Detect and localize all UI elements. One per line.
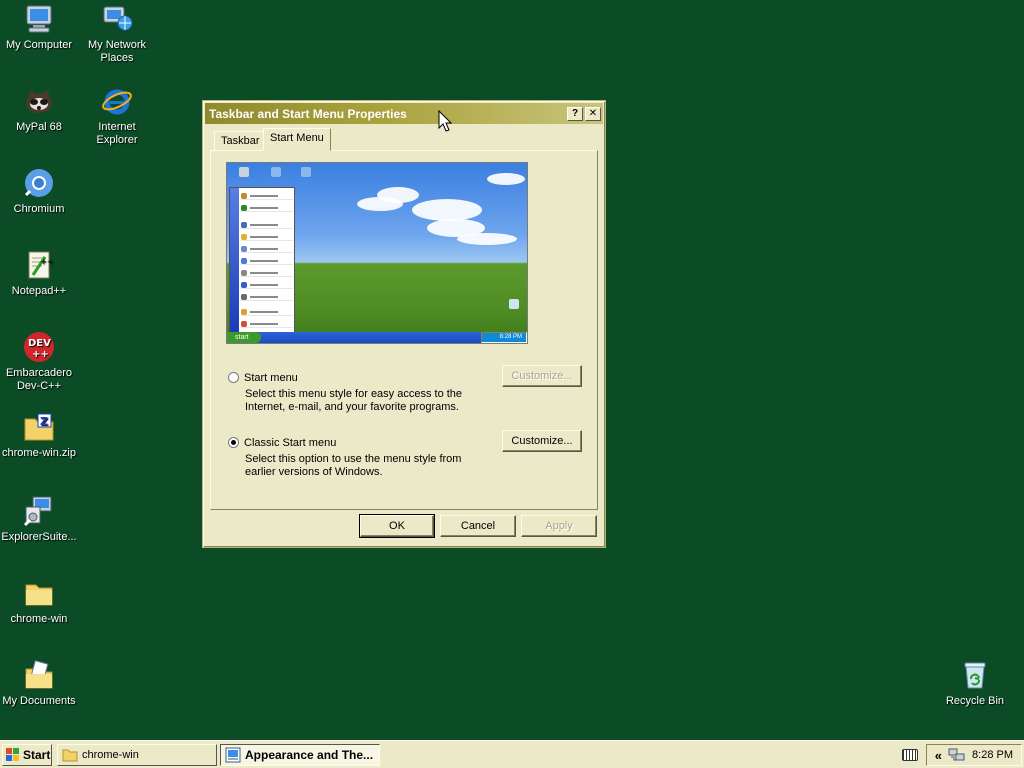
taskbar-item-appearance-and-themes[interactable]: Appearance and The... (220, 744, 380, 766)
tray-chevron-icon[interactable]: « (935, 748, 942, 763)
tray-clock[interactable]: 8:28 PM (972, 749, 1013, 761)
classic-start-menu-option-description: Select this option to use the menu style… (245, 453, 462, 478)
desktop-icon-label: chrome-win.zip (2, 447, 76, 459)
taskbar-item-label: chrome-win (82, 749, 139, 761)
network-places-icon (100, 2, 134, 36)
desktop-icon-chrome-win-folder[interactable]: chrome-win (1, 576, 77, 626)
network-tray-icon[interactable] (948, 748, 966, 762)
help-button[interactable]: ? (567, 106, 583, 121)
my-documents-icon (22, 658, 56, 692)
desktop-icon-label: Internet Explorer (96, 121, 138, 146)
desktop-icon-mypal[interactable]: MyPal 68 (1, 84, 77, 134)
mypal-icon (22, 84, 56, 118)
cancel-button[interactable]: Cancel (440, 515, 516, 537)
tab-taskbar[interactable]: Taskbar (214, 131, 267, 150)
start-menu-customize-button[interactable]: Customize... (502, 365, 582, 387)
mouse-cursor-icon (438, 110, 452, 132)
computer-icon (22, 2, 56, 36)
preview-clock: 8:28 PM (481, 332, 527, 343)
start-button[interactable]: Start (2, 744, 52, 766)
taskbar-item-label: Appearance and The... (245, 748, 374, 762)
desktop-icon-devcpp[interactable]: DEV ++ Embarcadero Dev-C++ (1, 330, 77, 393)
notepad-plus-plus-icon: ++ (22, 248, 56, 282)
preview-start-label: start (227, 332, 261, 343)
classic-start-menu-option-label[interactable]: Classic Start menu (244, 437, 336, 449)
desktop-icon-my-documents[interactable]: My Documents (1, 658, 77, 708)
svg-text:Z: Z (40, 415, 48, 428)
taskbar-item-chrome-win[interactable]: chrome-win (57, 744, 217, 766)
svg-text:++: ++ (32, 349, 49, 360)
desktop-icon-label: Recycle Bin (945, 695, 1005, 707)
classic-start-menu-radio[interactable] (228, 437, 239, 448)
tab-label: Start Menu (270, 132, 324, 144)
preview-classic-start-menu (229, 187, 295, 333)
desktop-icon-label: chrome-win (10, 613, 68, 625)
close-button[interactable]: ✕ (585, 106, 601, 121)
desktop-icon-label: My Network Places (87, 39, 147, 64)
tab-label: Taskbar (221, 135, 260, 147)
desktop-icon-label: My Documents (2, 695, 76, 707)
start-menu-option-description: Select this menu style for easy access t… (245, 388, 463, 413)
desktop-icon-internet-explorer[interactable]: Internet Explorer (79, 84, 155, 147)
control-panel-icon (225, 747, 241, 763)
system-tray: « 8:28 PM (926, 744, 1022, 766)
internet-explorer-icon (100, 84, 134, 118)
desktop-icon-recycle-bin[interactable]: Recycle Bin (937, 658, 1013, 708)
svg-text:DEV: DEV (28, 338, 51, 349)
desktop-icon-label: My Computer (5, 39, 73, 51)
folder-icon (22, 576, 56, 610)
desktop-icon-label: ExplorerSuite... (1, 531, 77, 543)
chromium-icon (22, 166, 56, 200)
start-menu-option-label[interactable]: Start menu (244, 372, 298, 384)
start-label: Start (23, 748, 51, 762)
windows-logo-icon (6, 748, 19, 761)
dialog-titlebar[interactable]: Taskbar and Start Menu Properties ? ✕ (205, 103, 603, 124)
classic-customize-button[interactable]: Customize... (502, 430, 582, 452)
ok-button[interactable]: OK (359, 514, 435, 538)
desktop-icon-my-network-places[interactable]: My Network Places (79, 2, 155, 65)
keyboard-layout-icon[interactable] (902, 749, 918, 761)
taskbar: Start chrome-win Appearance and The... «… (0, 740, 1024, 768)
dialog-title: Taskbar and Start Menu Properties (209, 106, 407, 121)
start-menu-radio[interactable] (228, 372, 239, 383)
folder-icon (62, 749, 78, 762)
devcpp-icon: DEV ++ (22, 330, 56, 364)
desktop-icon-label: Embarcadero Dev-C++ (5, 367, 73, 392)
desktop-icon-label: Chromium (13, 203, 65, 215)
tab-start-menu[interactable]: Start Menu (263, 128, 331, 151)
desktop-icon-notepad-plus-plus[interactable]: ++ Notepad++ (1, 248, 77, 298)
recycle-bin-icon (958, 658, 992, 692)
svg-text:++: ++ (40, 257, 53, 266)
desktop-icon-chrome-win-zip[interactable]: Z chrome-win.zip (1, 410, 77, 460)
start-menu-preview-image: start 8:28 PM (226, 162, 528, 344)
zip-folder-icon: Z (22, 410, 56, 444)
desktop-icon-label: Notepad++ (11, 285, 67, 297)
desktop-icon-explorersuite[interactable]: ExplorerSuite... (1, 494, 77, 544)
apply-button[interactable]: Apply (521, 515, 597, 537)
desktop-icon-chromium[interactable]: Chromium (1, 166, 77, 216)
desktop-icon-my-computer[interactable]: My Computer (1, 2, 77, 52)
desktop-icon-label: MyPal 68 (16, 121, 62, 133)
installer-icon (22, 494, 56, 528)
